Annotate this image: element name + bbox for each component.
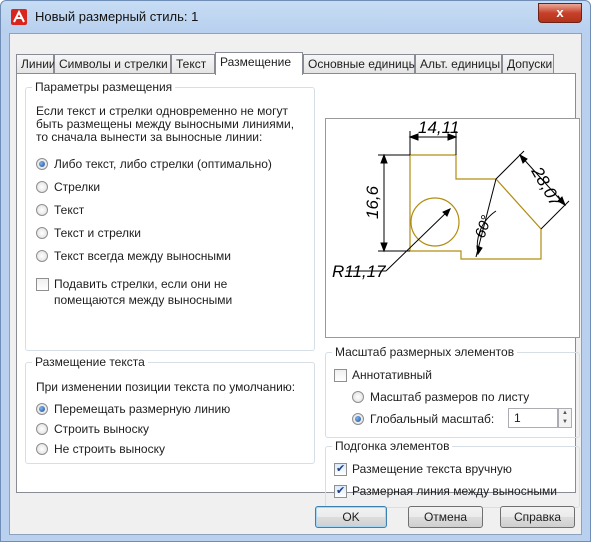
radio-label[interactable]: Глобальный масштаб: [370,412,494,426]
tab-label: Основные единицы [308,57,418,71]
tab-label: Допуски [507,57,553,71]
fine-tuning-group: Подгонка элементов Размещение текста вру… [325,439,580,508]
radio-label[interactable]: Масштаб размеров по листу [370,390,529,404]
radio-text-always-between[interactable] [36,250,48,262]
fit-description-line-2: быть размещены между выносными линиями, [36,117,295,131]
radio-text-and-arrows[interactable] [36,227,48,239]
tab-label: Символы и стрелки [59,57,168,71]
fit-description-line-1: Если текст и стрелки одновременно не мог… [36,104,288,118]
fit-description-line-3: то сначала вынести за выносные линии: [36,130,263,144]
dim-left-label: 16,6 [363,185,382,219]
tab-label: Текст [176,57,207,71]
checkbox-label[interactable]: Размещение текста вручную [352,462,512,476]
dim-angle-label: 60° [472,213,496,240]
cancel-button[interactable]: Отмена [408,506,483,528]
radio-without-leader[interactable] [36,443,48,455]
tab-panel-fit: Параметры размещения Если текст и стрелк… [16,73,580,508]
scale-group: Масштаб размерных элементов Аннотативный… [325,345,580,438]
tab-alternate-units[interactable]: Альт. единицы [415,54,502,74]
fine-tuning-title: Подгонка элементов [332,439,453,453]
radio-either-text-or-arrows[interactable] [36,158,48,170]
radio-label[interactable]: Перемещать размерную линию [54,402,230,416]
dialog-window: Новый размерный стиль: 1 x Линии Символы… [0,0,591,542]
scale-title: Масштаб размерных элементов [332,345,518,359]
text-placement-title: Размещение текста [32,355,148,369]
tab-symbols-arrows[interactable]: Символы и стрелки [54,54,171,74]
preview-drawing: 14,11 16,6 28,07 60° R11,17 [332,118,570,281]
radio-label[interactable]: Текст всегда между выносными [54,249,231,263]
checkbox-label[interactable]: Аннотативный [352,368,432,382]
dim-radius-label: R11,17 [332,262,386,281]
radio-label[interactable]: Либо текст, либо стрелки (оптимально) [54,157,272,171]
radio-label[interactable]: Текст и стрелки [54,226,141,240]
checkbox-label[interactable]: Размерная линия между выносными [352,484,557,498]
dim-right-label: 28,07 [527,163,565,211]
tab-label: Альт. единицы [420,57,501,71]
fit-options-group: Параметры размещения Если текст и стрелк… [25,80,315,351]
tab-label: Линии [21,57,56,71]
ok-button[interactable]: OK [315,506,387,528]
global-scale-spinner[interactable]: ▲ ▼ [558,408,572,428]
radio-text[interactable] [36,204,48,216]
title-bar[interactable]: Новый размерный стиль: 1 x [1,1,590,33]
radio-label[interactable]: Стрелки [54,180,100,194]
global-scale-input[interactable]: 1 [508,408,558,428]
dimension-preview: 14,11 16,6 28,07 60° R11,17 [325,118,580,338]
close-button[interactable]: x [538,3,582,23]
annotative-checkbox[interactable] [334,369,347,382]
window-title: Новый размерный стиль: 1 [35,9,199,24]
tab-text[interactable]: Текст [171,54,215,74]
manual-text-checkbox[interactable] [334,462,347,476]
dim-line-between-checkbox[interactable] [334,484,347,498]
suppress-arrows-checkbox[interactable] [36,278,49,291]
radio-move-dim-line[interactable] [36,403,48,415]
tab-label: Размещение [220,55,291,69]
radio-label[interactable]: Текст [54,203,84,217]
fit-options-title: Параметры размещения [32,80,176,94]
close-icon: x [556,5,564,20]
tab-tolerances[interactable]: Допуски [502,54,554,74]
text-placement-description: При изменении позиции текста по умолчани… [36,380,296,394]
radio-label[interactable]: Не строить выноску [54,442,165,456]
radio-global-scale[interactable] [352,413,364,425]
help-button[interactable]: Справка [500,506,575,528]
spin-up-icon[interactable]: ▲ [559,409,571,418]
radio-with-leader[interactable] [36,423,48,435]
dim-top-label: 14,11 [418,119,459,137]
tab-lines[interactable]: Линии [16,54,56,74]
tab-fit[interactable]: Размещение [215,52,303,75]
tab-primary-units[interactable]: Основные единицы [303,54,418,74]
autocad-app-icon [11,9,27,25]
checkbox-label[interactable]: Подавить стрелки, если они не [54,277,227,291]
radio-scale-to-layout[interactable] [352,391,364,403]
checkbox-label[interactable]: помещаются между выносными [54,293,232,307]
radio-arrows[interactable] [36,181,48,193]
spin-down-icon[interactable]: ▼ [559,418,571,427]
text-placement-group: Размещение текста При изменении позиции … [25,355,315,464]
dialog-body: Линии Символы и стрелки Текст Размещение… [9,33,582,535]
radio-label[interactable]: Строить выноску [54,422,149,436]
